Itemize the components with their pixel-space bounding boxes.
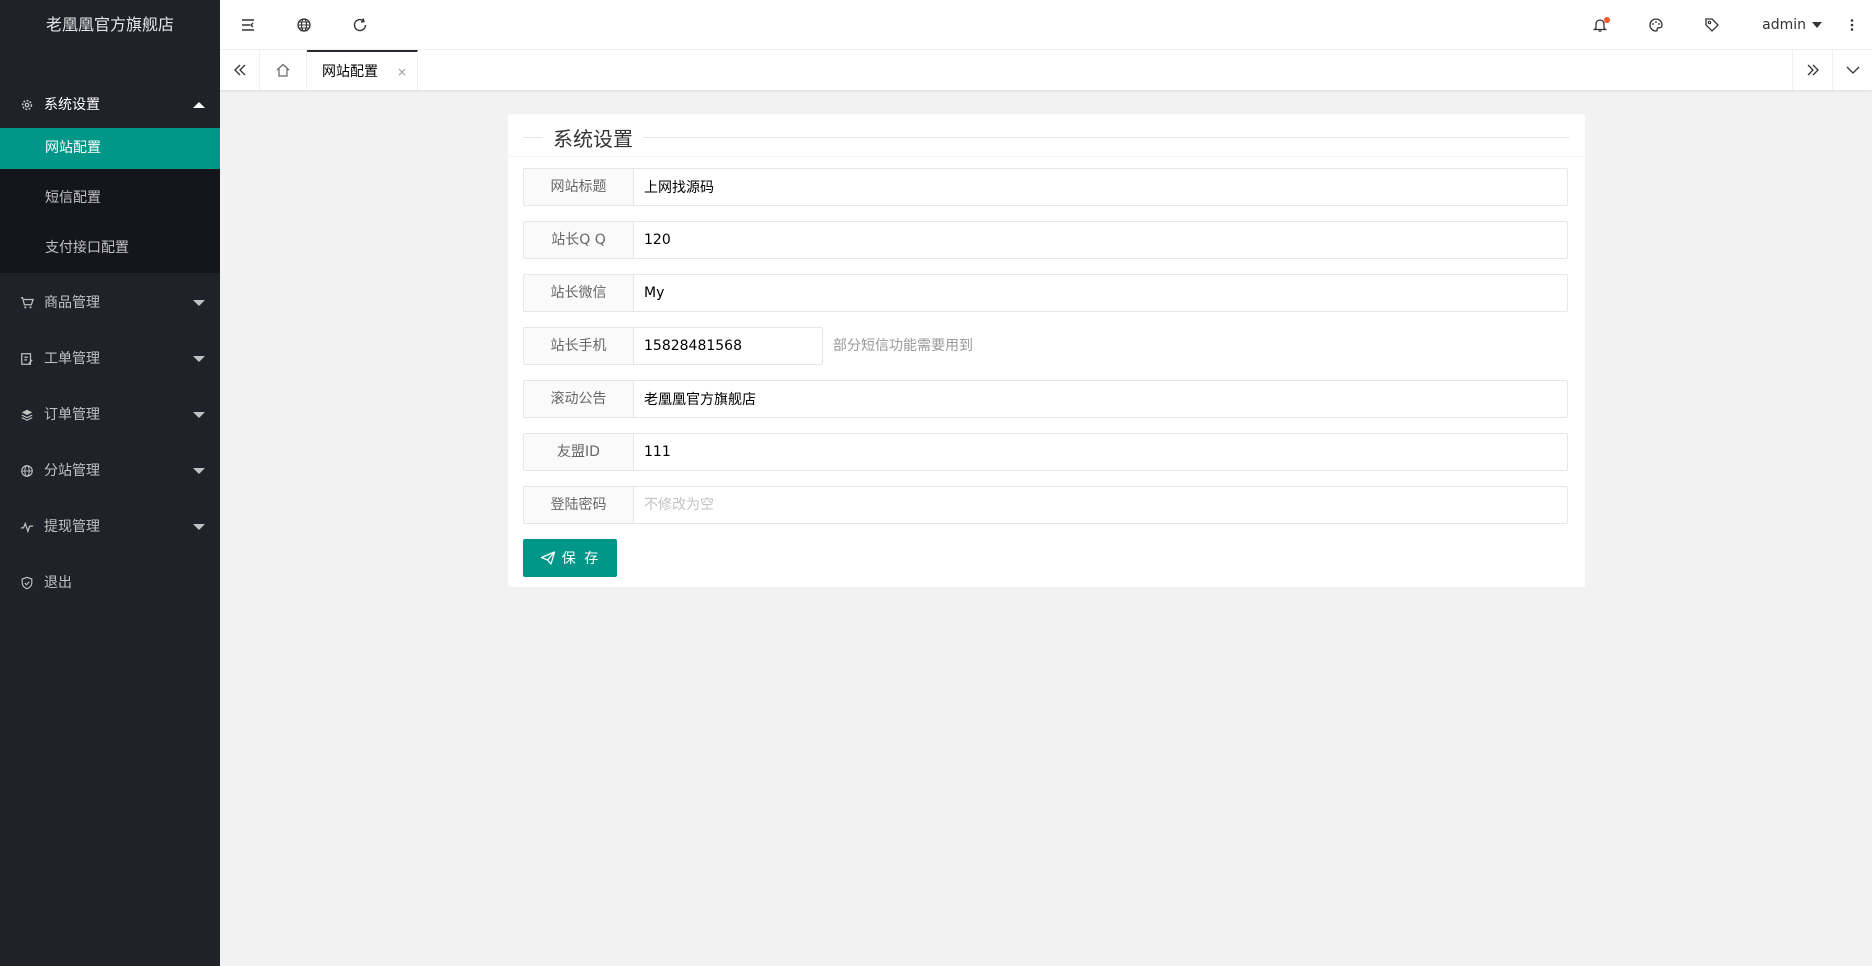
form-row-site-title: 网站标题: [523, 168, 1568, 206]
scroll-left-icon[interactable]: [220, 50, 260, 90]
tab-label: 网站配置: [322, 64, 378, 80]
sidebar-item-goods[interactable]: 商品管理: [0, 275, 220, 331]
field-label: 滚动公告: [523, 380, 633, 418]
notification-dot: [1604, 17, 1610, 23]
bell-icon[interactable]: [1572, 0, 1628, 50]
sidebar-subitem-sms-config[interactable]: 短信配置: [0, 173, 220, 223]
shield-icon: [20, 576, 34, 590]
sidebar-item-withdraw[interactable]: 提现管理: [0, 499, 220, 555]
scroll-right-icon[interactable]: [1792, 50, 1832, 90]
sidebar-item-substations[interactable]: 分站管理: [0, 443, 220, 499]
user-name: admin: [1762, 17, 1806, 33]
sidebar-subitem-payment-config[interactable]: 支付接口配置: [0, 223, 220, 273]
sidebar-item-label: 工单管理: [44, 351, 100, 367]
field-label: 站长手机: [523, 327, 633, 365]
logo[interactable]: 老凰凰官方旗舰店: [0, 0, 220, 50]
qq-input[interactable]: [633, 221, 1568, 259]
sidebar-submenu: 网站配置 短信配置 支付接口配置: [0, 128, 220, 273]
caret-down-icon: [1812, 22, 1822, 28]
sidebar-item-label: 退出: [44, 575, 72, 591]
chevron-down-icon: [193, 468, 205, 474]
chevron-down-icon[interactable]: [1832, 50, 1872, 90]
divider: [508, 156, 1585, 157]
form-row-umeng-id: 友盟ID: [523, 433, 1568, 471]
close-icon[interactable]: ×: [397, 52, 407, 92]
tag-icon[interactable]: [1684, 0, 1740, 50]
sidebar-item-label: 系统设置: [44, 97, 100, 113]
settings-card: 系统设置 网站标题 站长Q Q 站长微信 站长手机 部分短信功能需要用到 滚动公…: [508, 114, 1585, 587]
sidebar-item-label: 订单管理: [44, 407, 100, 423]
user-menu[interactable]: admin: [1762, 0, 1822, 50]
site-title-input[interactable]: [633, 168, 1568, 206]
more-vertical-icon[interactable]: [1832, 0, 1872, 50]
tab-site-config[interactable]: 网站配置 ×: [307, 50, 418, 90]
refresh-icon[interactable]: [332, 0, 388, 50]
announcement-input[interactable]: [633, 380, 1568, 418]
send-icon: [540, 551, 555, 565]
sidebar-item-system-settings[interactable]: 系统设置: [0, 82, 220, 128]
layers-icon: [20, 408, 34, 422]
divider: [643, 136, 1570, 138]
save-button[interactable]: 保 存: [523, 539, 617, 577]
menu-fold-icon[interactable]: [220, 0, 276, 50]
form-row-qq: 站长Q Q: [523, 221, 1568, 259]
chevron-up-icon: [193, 102, 205, 108]
globe-icon: [20, 464, 34, 478]
password-input[interactable]: [633, 486, 1568, 524]
fieldset-title: 系统设置: [523, 122, 1570, 152]
field-label: 网站标题: [523, 168, 633, 206]
form-row-announcement: 滚动公告: [523, 380, 1568, 418]
field-label: 友盟ID: [523, 433, 633, 471]
cart-icon: [20, 296, 34, 310]
form-row-wechat: 站长微信: [523, 274, 1568, 312]
save-button-label: 保 存: [561, 551, 601, 567]
sidebar-subitem-site-config[interactable]: 网站配置: [0, 128, 220, 169]
form-row-phone: 站长手机 部分短信功能需要用到: [523, 327, 973, 365]
gear-icon: [20, 98, 34, 112]
field-label: 站长Q Q: [523, 221, 633, 259]
wechat-input[interactable]: [633, 274, 1568, 312]
chevron-down-icon: [193, 524, 205, 530]
sidebar-item-orders[interactable]: 订单管理: [0, 387, 220, 443]
field-label: 站长微信: [523, 274, 633, 312]
field-label: 登陆密码: [523, 486, 633, 524]
globe-icon[interactable]: [276, 0, 332, 50]
divider: [523, 136, 543, 138]
chevron-down-icon: [193, 300, 205, 306]
chevron-down-icon: [193, 356, 205, 362]
phone-input[interactable]: [633, 327, 823, 365]
sidebar-item-logout[interactable]: 退出: [0, 555, 220, 611]
home-icon[interactable]: [260, 50, 307, 90]
sidebar-item-label: 分站管理: [44, 463, 100, 479]
palette-icon[interactable]: [1628, 0, 1684, 50]
sidebar-item-label: 商品管理: [44, 295, 100, 311]
top-header: admin: [220, 0, 1872, 50]
phone-hint: 部分短信功能需要用到: [833, 338, 973, 354]
ticket-icon: [20, 352, 34, 366]
umeng-id-input[interactable]: [633, 433, 1568, 471]
sidebar-item-label: 提现管理: [44, 519, 100, 535]
form-legend: 系统设置: [553, 126, 633, 151]
chevron-down-icon: [193, 412, 205, 418]
sidebar: 老凰凰官方旗舰店 系统设置 网站配置 短信配置 支付接口配置 商品管理 工单管理…: [0, 0, 220, 966]
tab-bar: 网站配置 ×: [220, 50, 1872, 90]
pulse-icon: [20, 520, 34, 534]
form-row-password: 登陆密码: [523, 486, 1568, 524]
sidebar-item-tickets[interactable]: 工单管理: [0, 331, 220, 387]
